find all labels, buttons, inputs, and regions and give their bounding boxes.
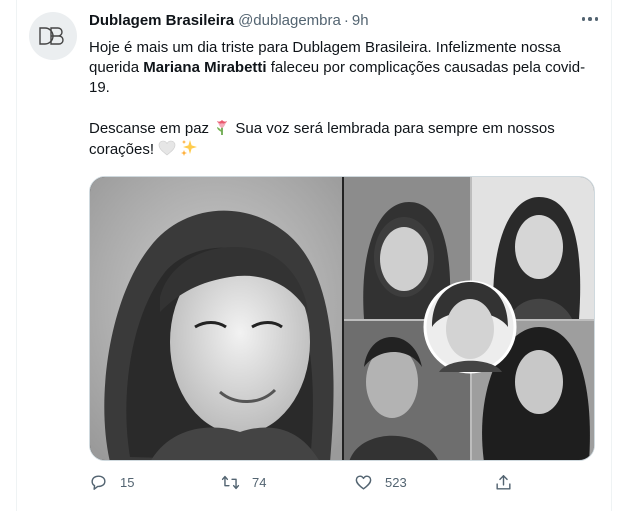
mentioned-name: Mariana Mirabetti: [143, 59, 267, 76]
like-button[interactable]: 523: [354, 470, 407, 494]
tweet-text: Hoje é mais um dia triste para Dublagem …: [89, 38, 601, 160]
like-count: 523: [385, 474, 407, 490]
tweet-paragraph-1: Hoje é mais um dia triste para Dublagem …: [89, 39, 586, 96]
heart-icon: [355, 474, 372, 490]
tweet-card[interactable]: Dublagem Brasileira @dublagembra · 9h Ho…: [16, 0, 612, 511]
more-dots-icon: [581, 17, 586, 21]
separator-dot: ·: [343, 11, 349, 29]
author-name[interactable]: Dublagem Brasileira: [89, 12, 234, 29]
reply-icon: [91, 474, 106, 490]
share-button[interactable]: [494, 470, 513, 494]
tweet-header: Dublagem Brasileira @dublagembra · 9h: [89, 10, 369, 30]
tweet-paragraph-2: Descanse em paz Sua voz será lembrada pa…: [89, 120, 555, 158]
retweet-icon: [221, 475, 240, 489]
portrait-photo: [90, 177, 342, 460]
retweet-count: 74: [252, 474, 267, 490]
retweet-button[interactable]: 74: [221, 470, 266, 494]
reply-count: 15: [120, 474, 135, 490]
more-button[interactable]: [579, 10, 601, 28]
tweet-actions: 15 74 523: [89, 470, 529, 494]
media-photo-collage[interactable]: [344, 177, 594, 460]
author-handle[interactable]: @dublagembra: [238, 12, 341, 29]
tulip-emoji-icon: [217, 120, 228, 135]
tweet-time[interactable]: 9h: [352, 12, 369, 29]
media-photo-portrait[interactable]: [90, 177, 342, 460]
sparkles-emoji-icon: [181, 140, 198, 156]
share-icon: [496, 474, 511, 490]
dublagem-logo-icon: [39, 27, 64, 45]
white-heart-emoji-icon: [158, 140, 176, 156]
tweet-media[interactable]: [89, 176, 595, 461]
collage-photo: [344, 177, 594, 460]
reply-button[interactable]: 15: [89, 470, 134, 494]
avatar[interactable]: [29, 12, 77, 60]
